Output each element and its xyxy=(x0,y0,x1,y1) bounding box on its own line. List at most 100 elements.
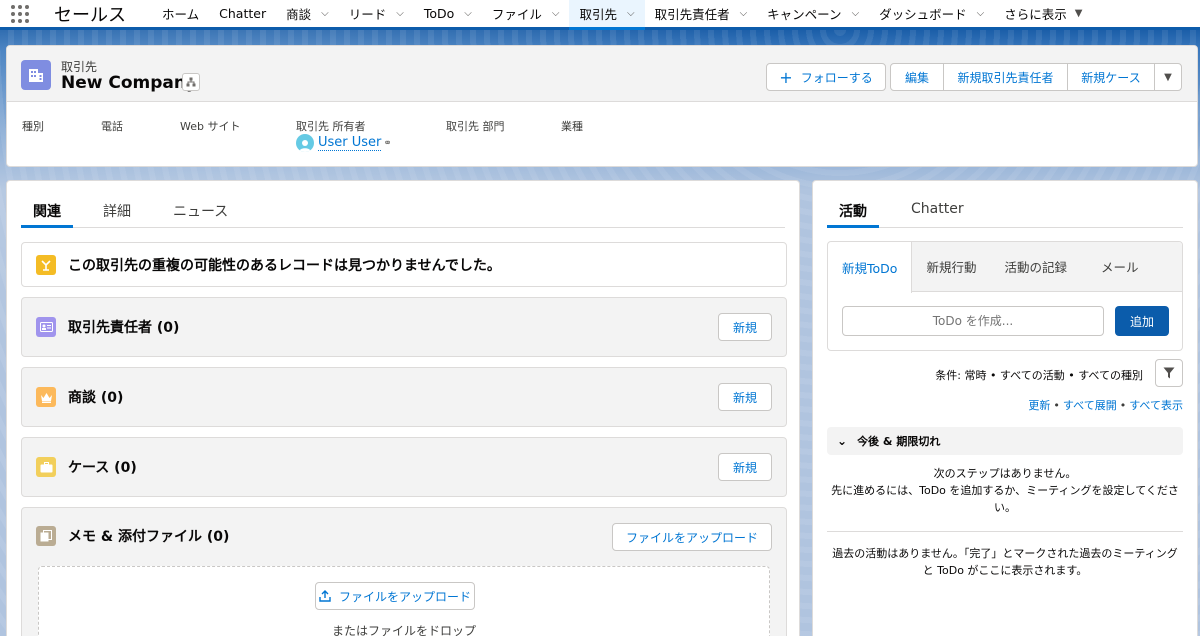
new-case-button[interactable]: 新規ケース xyxy=(1067,63,1155,91)
crown-icon xyxy=(36,387,56,407)
tab-new-todo[interactable]: 新規ToDo xyxy=(828,242,913,293)
related-list-title[interactable]: ケース (0) xyxy=(68,457,137,477)
no-past-activities-message: 過去の活動はありません。「完了」とマークされた過去のミーティングと ToDo が… xyxy=(832,547,1178,577)
chevron-down-icon[interactable]: ⌵ xyxy=(552,8,560,19)
chevron-down-icon[interactable]: ⌵ xyxy=(321,8,329,19)
no-next-steps-message: 次のステップはありません。 先に進めるには、ToDo を追加するか、ミーティング… xyxy=(831,467,1179,514)
more-actions-button[interactable]: ▼ xyxy=(1154,63,1182,91)
plus-icon: + xyxy=(779,67,793,87)
record-header: 取引先 New Company + フォローする 編集 新規取引先責任者 新規ケ… xyxy=(6,45,1198,167)
field-label-owner: 取引先 所有者 xyxy=(296,120,366,133)
add-todo-button[interactable]: 追加 xyxy=(1115,306,1169,336)
caret-down-icon: ▼ xyxy=(1164,71,1172,83)
new-contact-related-button[interactable]: 新規 xyxy=(718,313,772,341)
field-label-industry: 業種 xyxy=(561,120,583,133)
hierarchy-icon xyxy=(186,77,196,87)
related-list-title[interactable]: メモ & 添付ファイル (0) xyxy=(68,526,229,546)
related-list-cases: ケース (0) 新規 xyxy=(21,437,787,497)
nav-item-opportunities[interactable]: 商談 ⌵ xyxy=(276,0,339,27)
owner-value: User User ⚭ xyxy=(296,134,392,152)
field-label-website: Web サイト xyxy=(180,120,241,133)
view-hierarchy-button[interactable] xyxy=(182,73,200,91)
nav-item-contacts[interactable]: 取引先責任者 ⌵ xyxy=(645,0,758,27)
duplicate-icon xyxy=(36,254,56,275)
tab-news[interactable]: ニュース xyxy=(161,195,240,228)
filter-icon xyxy=(1163,367,1175,379)
account-icon xyxy=(21,60,51,90)
contact-card-icon xyxy=(36,317,56,337)
chevron-down-icon[interactable]: ⌵ xyxy=(740,8,748,19)
chevron-down-icon[interactable]: ⌵ xyxy=(977,8,985,19)
app-launcher[interactable] xyxy=(0,0,40,27)
chevron-down-icon[interactable]: ⌵ xyxy=(396,8,404,19)
tab-log-activity[interactable]: 活動の記録 xyxy=(990,242,1081,291)
chevron-down-icon[interactable]: ⌵ xyxy=(852,8,860,19)
nav-item-accounts[interactable]: 取引先 ⌵ xyxy=(569,0,645,30)
nav-item-leads[interactable]: リード ⌵ xyxy=(339,0,414,27)
nav-item-campaigns[interactable]: キャンペーン ⌵ xyxy=(757,0,869,27)
file-stack-icon xyxy=(36,526,56,546)
new-opportunity-related-button[interactable]: 新規 xyxy=(718,383,772,411)
duplicate-message: この取引先の重複の可能性のあるレコードは見つかりませんでした。 xyxy=(68,257,501,274)
field-label-division: 取引先 部門 xyxy=(446,120,505,133)
record-title: New Company xyxy=(61,73,198,93)
record-tabs: 関連 詳細 ニュース xyxy=(21,195,785,228)
related-list-contacts: 取引先責任者 (0) 新規 xyxy=(21,297,787,357)
related-list-notes-attachments: メモ & 添付ファイル (0) ファイルをアップロード ファイルをアップロード … xyxy=(21,507,787,636)
related-panel: 関連 詳細 ニュース この取引先の重複の可能性のあるレコードは見つかりませんでし… xyxy=(6,180,800,636)
tab-chatter[interactable]: Chatter xyxy=(899,195,976,228)
view-all-link[interactable]: すべて表示 xyxy=(1129,399,1183,412)
chevron-down-icon[interactable]: ⌵ xyxy=(627,8,635,19)
activity-links: 更新 • すべて展開 • すべて表示 xyxy=(1028,399,1183,412)
new-case-related-button[interactable]: 新規 xyxy=(718,453,772,481)
composer-tabs: 新規ToDo 新規行動 活動の記録 メール xyxy=(828,242,1182,293)
nav-item-chatter[interactable]: Chatter xyxy=(209,0,276,27)
refresh-link[interactable]: 更新 xyxy=(1028,399,1050,412)
field-label-phone: 電話 xyxy=(101,120,123,133)
briefcase-icon xyxy=(36,457,56,477)
upcoming-overdue-section[interactable]: ⌄ 今後 & 期限切れ xyxy=(827,427,1183,455)
create-todo-input[interactable] xyxy=(842,306,1104,336)
upload-icon xyxy=(319,590,331,602)
related-list-title[interactable]: 取引先責任者 (0) xyxy=(68,317,179,337)
chevron-down-icon[interactable]: ⌵ xyxy=(464,8,472,19)
tab-details[interactable]: 詳細 xyxy=(91,195,143,228)
activity-tabs: 活動 Chatter xyxy=(827,195,1183,228)
record-header-top: 取引先 New Company + フォローする 編集 新規取引先責任者 新規ケ… xyxy=(7,46,1197,102)
chevron-down-icon: ⌄ xyxy=(837,434,848,448)
global-nav-bar: セールス ホーム Chatter 商談 ⌵ リード ⌵ ToDo ⌵ ファイル ⌵ 取引… xyxy=(0,0,1200,30)
duplicate-check-card: この取引先の重複の可能性のあるレコードは見つかりませんでした。 xyxy=(21,242,787,287)
expand-all-link[interactable]: すべて展開 xyxy=(1063,399,1117,412)
field-label-type: 種別 xyxy=(22,120,44,133)
related-list-title[interactable]: 商談 (0) xyxy=(68,387,123,407)
tab-email[interactable]: メール xyxy=(1081,242,1153,291)
app-launcher-icon xyxy=(11,4,29,23)
caret-down-icon: ▼ xyxy=(1074,8,1083,19)
nav-item-todo[interactable]: ToDo ⌵ xyxy=(414,0,482,27)
nav-item-more[interactable]: さらに表示 ▼ xyxy=(994,0,1092,27)
activity-panel: 活動 Chatter 新規ToDo 新規行動 活動の記録 メール 追加 条件: … xyxy=(812,180,1198,636)
nav-item-files[interactable]: ファイル ⌵ xyxy=(482,0,570,27)
tab-related[interactable]: 関連 xyxy=(21,195,73,228)
follow-button[interactable]: + フォローする xyxy=(766,63,886,91)
owner-link[interactable]: User User xyxy=(318,135,382,151)
edit-button[interactable]: 編集 xyxy=(890,63,944,91)
activity-composer: 新規ToDo 新規行動 活動の記録 メール 追加 xyxy=(827,241,1183,351)
activity-filter-summary: 条件: 常時 • すべての活動 • すべての種別 xyxy=(935,369,1143,382)
filter-button[interactable] xyxy=(1155,359,1183,387)
upload-files-button[interactable]: ファイルをアップロード xyxy=(315,582,475,610)
nav-item-dashboards[interactable]: ダッシュボード ⌵ xyxy=(869,0,994,27)
upload-files-header-button[interactable]: ファイルをアップロード xyxy=(612,523,772,551)
change-owner-icon[interactable]: ⚭ xyxy=(383,138,391,149)
file-dropzone[interactable]: ファイルをアップロード またはファイルをドロップ xyxy=(38,566,770,636)
user-avatar-icon xyxy=(296,134,314,152)
nav-item-home[interactable]: ホーム xyxy=(152,0,209,27)
record-action-group: 編集 新規取引先責任者 新規ケース ▼ xyxy=(890,63,1182,91)
related-list-opportunities: 商談 (0) 新規 xyxy=(21,367,787,427)
drop-files-text: またはファイルをドロップ xyxy=(331,624,476,636)
divider xyxy=(827,531,1183,532)
new-contact-button[interactable]: 新規取引先責任者 xyxy=(943,63,1068,91)
tab-new-event[interactable]: 新規行動 xyxy=(912,242,990,291)
app-name: セールス xyxy=(54,4,126,26)
tab-activity[interactable]: 活動 xyxy=(827,195,879,228)
